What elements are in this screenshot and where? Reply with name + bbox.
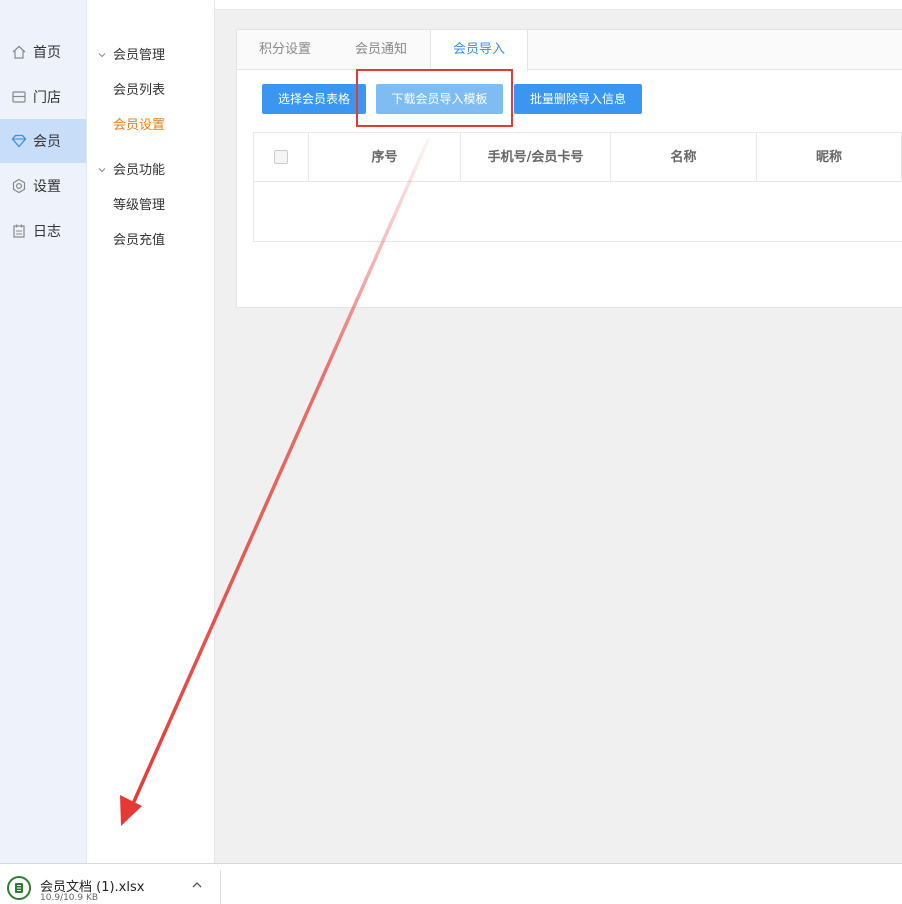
annotation-arrow: [120, 138, 430, 826]
download-size: 10.9/10.9 KB: [40, 893, 99, 903]
download-bar: 会员文档 (1).xlsx 10.9/10.9 KB: [0, 863, 902, 904]
excel-file-icon: [7, 876, 31, 900]
chevron-up-icon[interactable]: [190, 878, 204, 892]
divider: [220, 870, 221, 904]
